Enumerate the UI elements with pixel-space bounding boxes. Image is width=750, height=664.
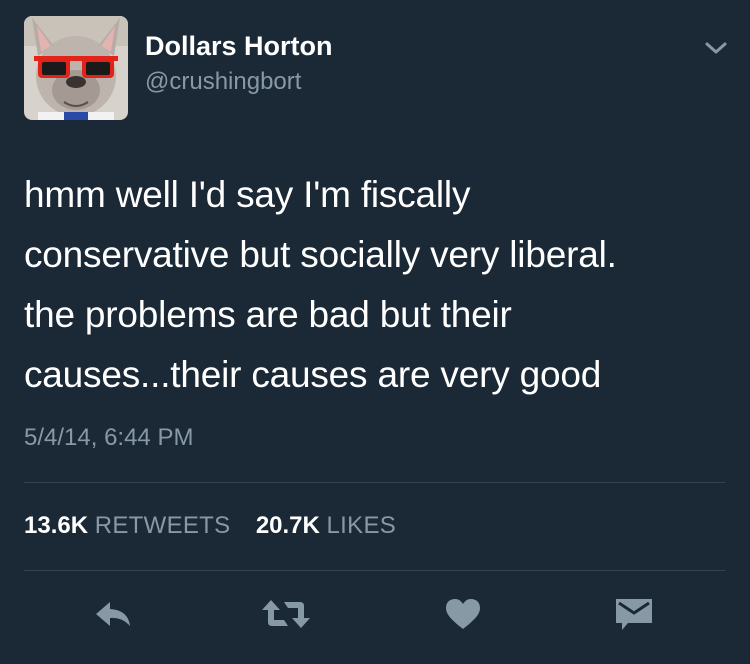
tweet-text-line: conservative but socially very liberal. — [24, 234, 617, 275]
chevron-down-icon[interactable] — [701, 36, 731, 60]
tweet-timestamp[interactable]: 5/4/14, 6:44 PM — [24, 424, 193, 452]
retweet-icon — [262, 600, 310, 628]
like-button[interactable] — [438, 594, 488, 634]
retweets-count: 13.6K — [24, 512, 89, 539]
direct-message-icon — [616, 599, 652, 630]
likes-label: LIKES — [326, 512, 397, 539]
divider — [24, 570, 725, 571]
tweet-text-line: hmm well I'd say I'm fiscally — [24, 174, 471, 215]
direct-message-button[interactable] — [609, 594, 659, 634]
bulldog-avatar-image — [24, 16, 128, 120]
likes-stat[interactable]: 20.7K LIKES — [256, 512, 396, 539]
display-name[interactable]: Dollars Horton — [145, 31, 333, 62]
avatar[interactable] — [24, 16, 128, 120]
tweet-text-line: the problems are bad but their — [24, 294, 512, 335]
retweets-label: RETWEETS — [94, 512, 231, 539]
tweet-text: hmm well I'd say I'm fiscally conservati… — [24, 165, 724, 405]
reply-icon — [96, 602, 130, 626]
heart-icon — [446, 599, 480, 629]
retweet-button[interactable] — [257, 594, 315, 634]
divider — [24, 482, 725, 483]
likes-count: 20.7K — [255, 512, 320, 539]
retweets-stat[interactable]: 13.6K RETWEETS — [24, 512, 237, 539]
user-handle[interactable]: @crushingbort — [145, 68, 301, 96]
tweet-text-line: causes...their causes are very good — [24, 354, 602, 395]
reply-button[interactable] — [88, 594, 138, 634]
tweet-stats: 13.6K RETWEETS 20.7K LIKES — [24, 512, 396, 540]
